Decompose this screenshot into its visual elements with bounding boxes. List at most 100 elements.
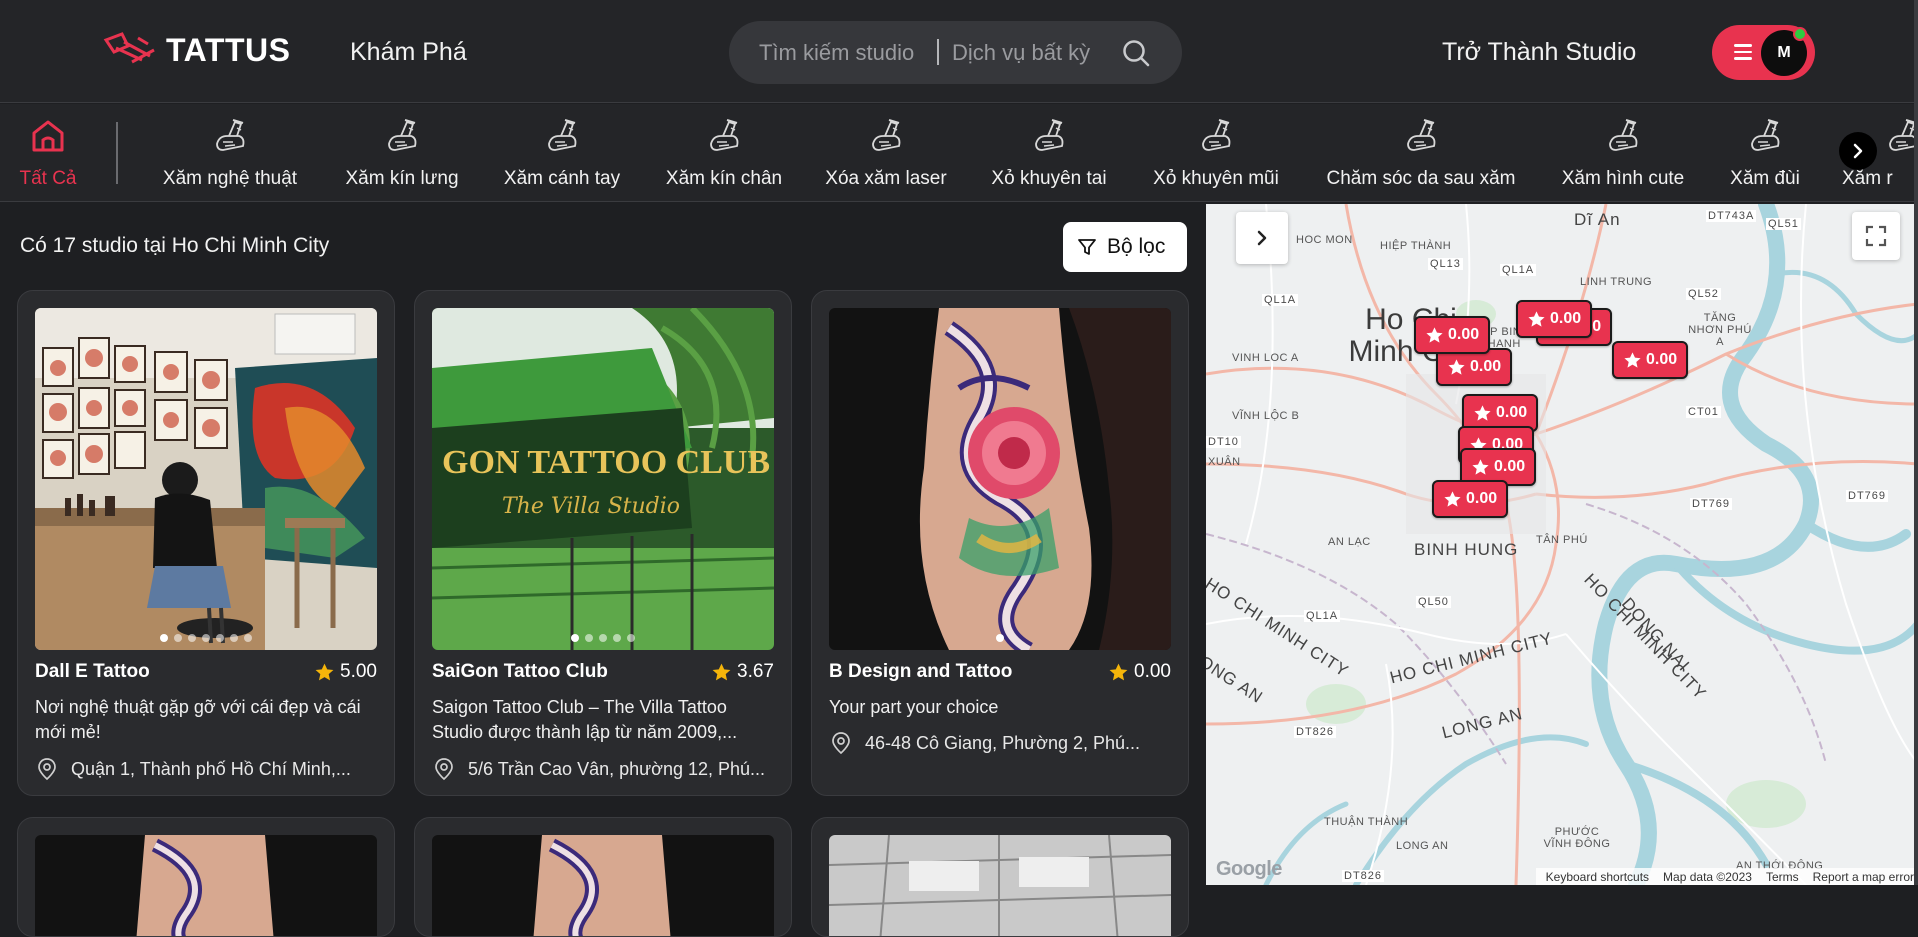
page-scrollbar[interactable] [1914,0,1918,885]
search-bar[interactable]: Tìm kiếm studio Dịch vụ bất kỳ [729,21,1182,84]
map-label: PHƯỚC VĨNH ĐÔNG [1543,826,1611,850]
map-label: VINH LOC A [1232,352,1299,364]
studio-card[interactable]: B Design and Tattoo 0.00 Your part your … [811,290,1189,796]
star-icon [1473,404,1492,423]
studio-description: Your part your choice [829,697,999,717]
tattoo-machine-icon [703,114,745,156]
category-item[interactable]: Xăm nghệ thuật [157,104,303,201]
category-scroll-right-button[interactable] [1839,132,1877,170]
studio-card[interactable] [811,817,1189,937]
search-icon[interactable] [1121,38,1151,68]
studio-description: Saigon Tattoo Club – The Villa Tattoo St… [432,697,738,742]
category-item[interactable]: Xóa xăm laser [824,104,948,201]
leg-tattoo-image [35,835,377,936]
category-item[interactable]: Chăm sóc da sau xăm [1323,104,1519,201]
category-item[interactable]: Xỏ khuyên mũi [1148,104,1284,201]
studio-photo[interactable] [829,308,1171,650]
star-icon [1108,662,1129,683]
category-label: Tất Cả [19,168,77,189]
studio-name[interactable]: SaiGon Tattoo Club [432,661,608,683]
studio-card[interactable]: GON TATTOO CLUB The Villa Studio SaiGon … [414,290,792,796]
tattoo-machine-icon [381,114,423,156]
terms-link[interactable]: Terms [1766,870,1799,884]
map-label: TĂNG NHƠN PHÚ A [1688,312,1752,348]
category-label: Xăm r [1842,168,1893,189]
category-item[interactable]: Xăm đùi [1727,104,1803,201]
studio-map-marker[interactable]: 0.00 [1612,341,1689,379]
leg-tattoo-image [829,308,1171,650]
search-service-input[interactable]: Dịch vụ bất kỳ [952,40,1090,66]
road-label: DT743A [1706,210,1757,222]
category-all[interactable]: Tất Cả [18,104,78,201]
studio-photo[interactable] [35,308,377,650]
studio-map-marker[interactable]: 0.00 [1414,316,1491,354]
studio-card[interactable]: Dall E Tattoo 5.00 Nơi nghệ thuật gặp gỡ… [17,290,395,796]
studio-address: 5/6 Trần Cao Vân, phường 12, Phú... [432,757,774,781]
location-pin-icon [35,757,59,781]
category-label: Xóa xăm laser [825,168,947,189]
studio-description: Nơi nghệ thuật gặp gỡ với cái đẹp và cái… [35,697,361,742]
studio-rating: 0.00 [1108,661,1171,683]
fullscreen-icon [1865,225,1887,247]
category-item[interactable]: Xăm hình cute [1558,104,1688,201]
logo[interactable]: TATTUS [102,30,290,70]
carousel-dots[interactable] [432,634,774,642]
category-bar: Tất Cả Xăm nghệ thuật Xăm kín lưng Xăm c… [0,104,1918,202]
search-divider [937,39,939,65]
category-item[interactable]: Xăm kín chân [663,104,785,201]
carousel-dots[interactable] [35,634,377,642]
tattoo-logo-icon [103,32,155,64]
chevron-right-icon [1853,143,1863,159]
tattoo-machine-icon [1028,114,1070,156]
map-label: LINH TRUNG [1580,276,1653,288]
map-attribution: Keyboard shortcuts Map data ©2023 Terms … [1535,868,1918,885]
filter-icon [1078,239,1096,255]
report-map-error-link[interactable]: Report a map error [1813,870,1914,884]
map-label: AN LẠC [1328,536,1371,548]
studio-photo[interactable] [432,835,774,936]
studio-name[interactable]: Dall E Tattoo [35,661,150,683]
map-label: HIỆP THÀNH [1380,240,1452,252]
tattoo-studio-interior-image [35,308,377,650]
category-item[interactable]: Xăm kín lưng [342,104,462,201]
category-label: Xỏ khuyên tai [991,168,1107,189]
studio-count-text: Có 17 studio tại Ho Chi Minh City [20,234,330,257]
studio-photo[interactable] [35,835,377,936]
search-studio-input[interactable]: Tìm kiếm studio [759,40,914,66]
map-label: VĨNH LỘC B [1232,410,1300,422]
google-logo: Google [1216,858,1282,880]
studio-name[interactable]: B Design and Tattoo [829,661,1012,683]
studio-photo[interactable] [829,835,1171,936]
studio-photo[interactable]: GON TATTOO CLUB The Villa Studio [432,308,774,650]
category-item[interactable]: Xỏ khuyên tai [987,104,1111,201]
map-fullscreen-button[interactable] [1852,212,1900,260]
studio-map-marker[interactable]: 0.00 [1516,300,1593,338]
studio-card[interactable] [414,817,792,937]
carousel-dots[interactable] [829,634,1171,642]
map-label: BINH HUNG [1414,540,1519,559]
studio-map[interactable]: Dĩ An Ho Chi Minh City HOC MON HIỆP THÀN… [1206,204,1918,885]
tattoo-machine-icon [865,114,907,156]
user-menu-button[interactable]: M [1712,25,1815,80]
road-label: DT769 [1846,490,1889,502]
road-label: DT10 [1206,436,1241,448]
tattoo-machine-icon [1882,114,1918,156]
keyboard-shortcuts-link[interactable]: Keyboard shortcuts [1546,870,1649,884]
category-label: Chăm sóc da sau xăm [1326,168,1516,189]
hamburger-menu-icon [1734,44,1752,60]
road-label: QL51 [1766,218,1801,230]
star-icon [1527,310,1546,329]
map-label: LONG AN [1396,840,1449,852]
location-pin-icon [829,731,853,755]
studio-card[interactable] [17,817,395,937]
tattoo-machine-icon [1744,114,1786,156]
map-collapse-button[interactable] [1236,212,1288,264]
category-item[interactable]: Xăm cánh tay [501,104,623,201]
star-icon [1447,358,1466,377]
studio-map-marker[interactable]: 0.00 [1432,480,1509,518]
filter-button[interactable]: Bộ lọc [1063,222,1187,272]
become-studio-link[interactable]: Trở Thành Studio [1442,38,1636,67]
explore-link[interactable]: Khám Phá [350,38,467,67]
road-label: QL1A [1262,294,1299,306]
rating-value: 5.00 [340,661,377,682]
